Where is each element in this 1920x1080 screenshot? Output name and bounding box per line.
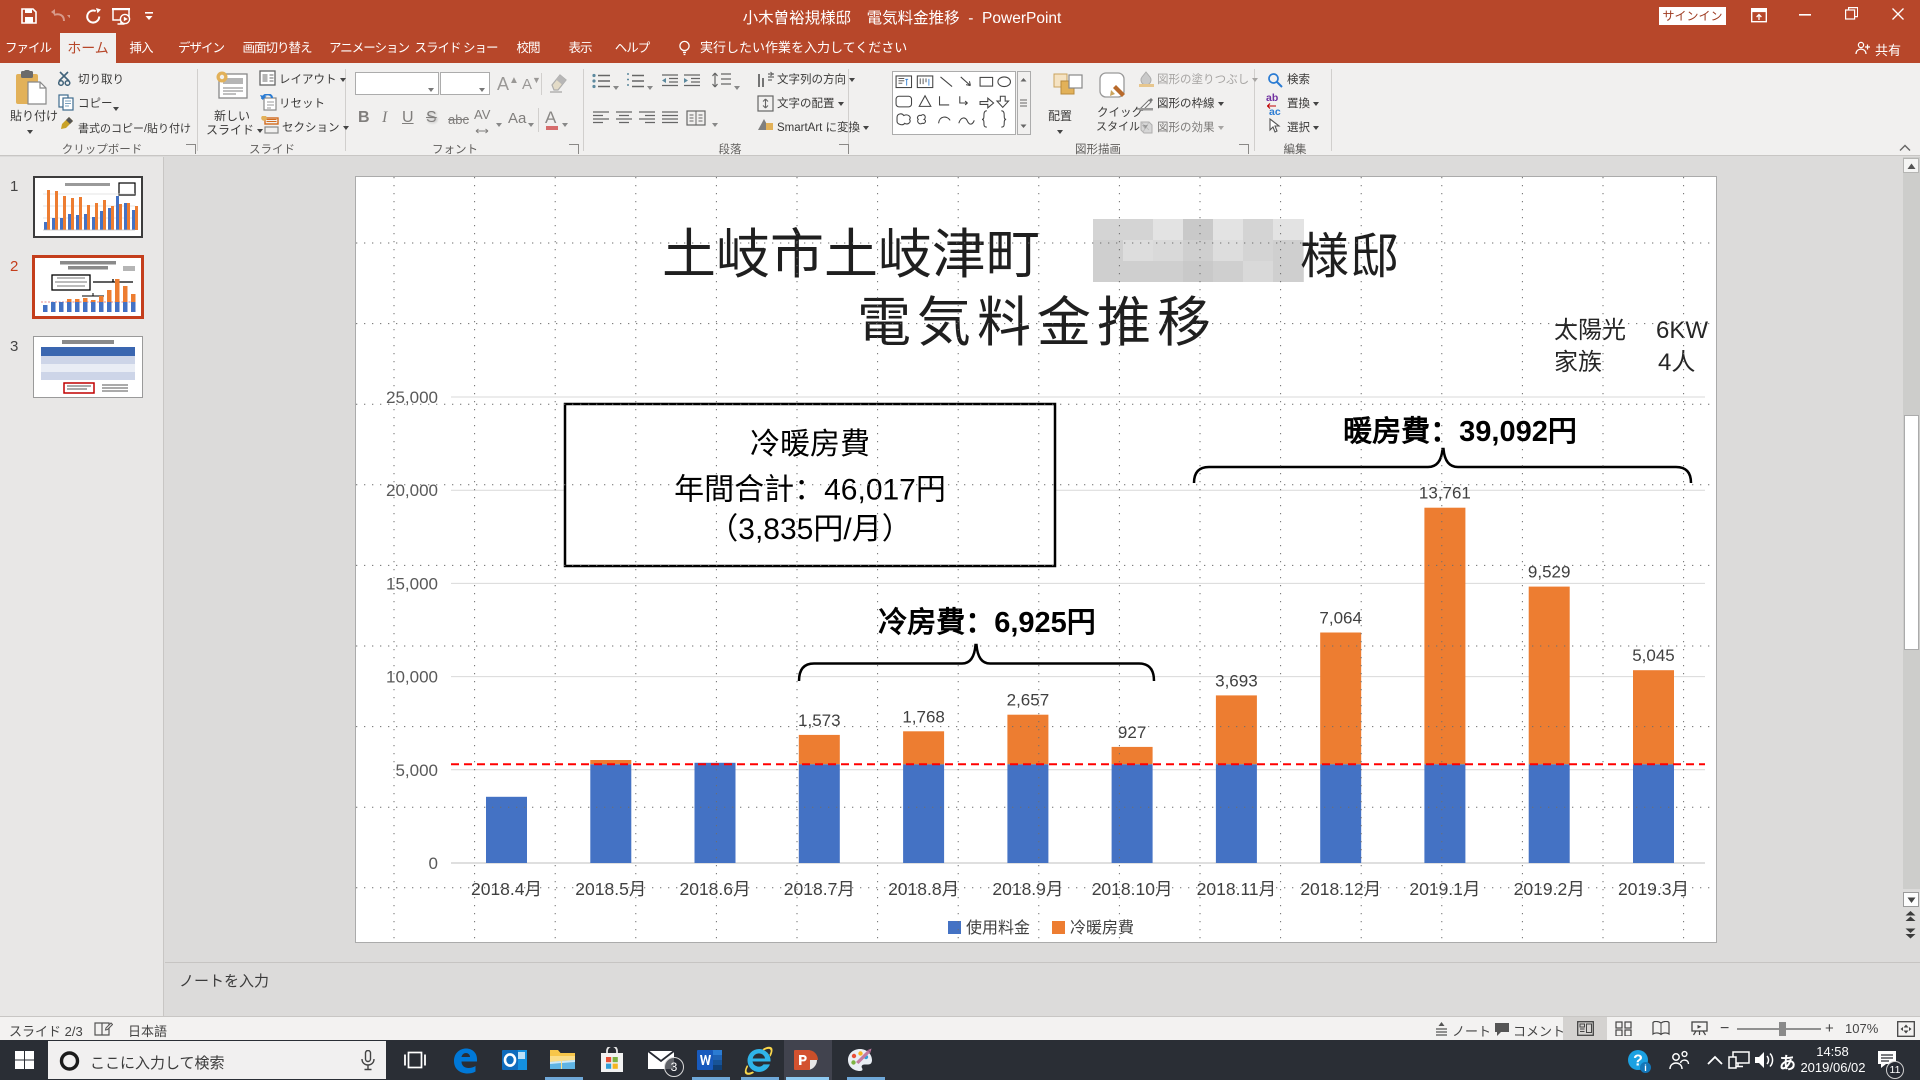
svg-text:冷暖房費: 冷暖房費 — [750, 428, 870, 461]
svg-text:2018.6月: 2018.6月 — [679, 879, 750, 899]
svg-text:年間合計：46,017円: 年間合計：46,017円 — [674, 474, 946, 507]
svg-text:2018.11月: 2018.11月 — [1197, 879, 1276, 899]
svg-text:2019.2月: 2019.2月 — [1514, 879, 1585, 899]
svg-text:3,693: 3,693 — [1215, 671, 1258, 690]
svg-text:5,000: 5,000 — [395, 761, 438, 780]
svg-text:太陽光: 太陽光 — [1554, 317, 1626, 344]
svg-text:2019.3月: 2019.3月 — [1618, 879, 1689, 899]
svg-text:i: i — [1644, 1063, 1647, 1073]
svg-text:10,000: 10,000 — [386, 668, 438, 687]
svg-text:使用料金: 使用料金 — [966, 919, 1030, 937]
svg-text:5,045: 5,045 — [1632, 646, 1675, 665]
svg-text:2018.7月: 2018.7月 — [784, 879, 855, 899]
svg-text:冷暖房費: 冷暖房費 — [1070, 919, 1134, 937]
svg-text:冷房費：6,925円: 冷房費：6,925円 — [878, 606, 1096, 639]
svg-text:7,064: 7,064 — [1319, 609, 1362, 628]
svg-text:2,657: 2,657 — [1007, 691, 1050, 710]
svg-text:927: 927 — [1118, 723, 1146, 742]
svg-text:2018.12月: 2018.12月 — [1300, 879, 1381, 899]
svg-text:2018.9月: 2018.9月 — [992, 879, 1063, 899]
svg-text:1,768: 1,768 — [902, 707, 945, 726]
svg-text:6KW: 6KW — [1656, 317, 1708, 344]
svg-text:2019.1月: 2019.1月 — [1409, 879, 1480, 899]
svg-text:4人: 4人 — [1658, 349, 1695, 376]
svg-text:家族: 家族 — [1554, 349, 1602, 376]
svg-text:様邸: 様邸 — [1300, 230, 1400, 284]
svg-text:0: 0 — [429, 854, 438, 873]
svg-text:13,761: 13,761 — [1419, 484, 1471, 503]
svg-text:電気料金推移: 電気料金推移 — [857, 293, 1217, 353]
svg-text:暖房費：39,092円: 暖房費：39,092円 — [1343, 415, 1577, 448]
svg-text:2018.10月: 2018.10月 — [1092, 879, 1173, 899]
svg-text:2018.4月: 2018.4月 — [471, 879, 542, 899]
svg-text:（3,835円/月）: （3,835円/月） — [708, 513, 911, 546]
svg-text:土岐市土岐津町: 土岐市土岐津町 — [662, 225, 1040, 285]
svg-text:2018.8月: 2018.8月 — [888, 879, 959, 899]
